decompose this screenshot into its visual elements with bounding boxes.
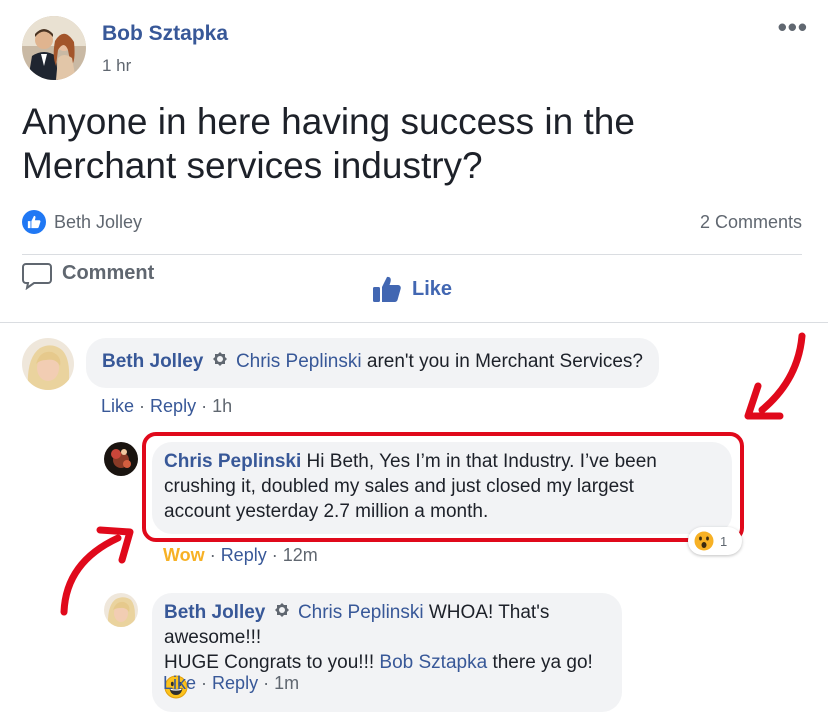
wow-emoji-icon	[694, 531, 714, 551]
comment-mention[interactable]: Chris Peplinski	[236, 351, 362, 372]
author-avatar[interactable]	[22, 16, 86, 80]
reply-comment: Beth Jolley Chris Peplinski WHOA! That's…	[104, 593, 622, 712]
speech-bubble-icon	[22, 263, 52, 290]
reactors[interactable]: Beth Jolley	[22, 210, 142, 234]
post-actions: Like Comment	[22, 262, 802, 316]
comment-time[interactable]: 1m	[274, 673, 299, 693]
comment-actions: Like · Reply · 1m	[163, 673, 300, 693]
divider	[0, 322, 828, 323]
comment-time[interactable]: 12m	[283, 545, 318, 565]
comment-bubble: Beth Jolley Chris Peplinski aren't you i…	[86, 338, 659, 388]
red-arrow-annotation	[60, 526, 134, 616]
post-header: Bob Sztapka 1 hr	[22, 16, 228, 80]
comment-author[interactable]: Beth Jolley	[102, 351, 203, 372]
comment-text: there ya go!	[487, 652, 593, 673]
post-author-name[interactable]: Bob Sztapka	[102, 22, 228, 46]
comment-text: HUGE Congrats to you!!!	[164, 652, 380, 673]
badge-icon	[212, 352, 227, 366]
comment-like-link[interactable]: Like	[101, 396, 134, 416]
red-arrow-annotation	[744, 332, 806, 420]
comment-text: aren't you in Merchant Services?	[361, 351, 643, 372]
post-text-line: Merchant services industry?	[22, 145, 483, 186]
divider	[22, 254, 802, 255]
post-text: Anyone in here having success in the Mer…	[22, 100, 742, 188]
post-text-line: Anyone in here having success in the	[22, 101, 635, 142]
reaction-count: 1	[720, 533, 728, 549]
comment-time[interactable]: 1h	[212, 396, 232, 416]
highlight-annotation	[142, 432, 744, 542]
thumbs-up-icon	[372, 276, 401, 302]
comment-bubble: Beth Jolley Chris Peplinski WHOA! That's…	[152, 593, 622, 712]
commenter-avatar[interactable]	[22, 338, 74, 390]
comment-button[interactable]: Comment	[22, 262, 154, 290]
more-options-icon[interactable]: •••	[778, 14, 808, 40]
badge-icon	[274, 603, 289, 617]
comment-reaction-link[interactable]: Wow	[163, 545, 205, 565]
comment-like-link[interactable]: Like	[163, 673, 196, 693]
comment-actions: Wow · Reply · 12m	[163, 545, 318, 565]
comment-author[interactable]: Beth Jolley	[164, 602, 265, 623]
comment-actions: Like · Reply · 1h	[101, 396, 233, 416]
comment-button-label: Comment	[62, 262, 155, 284]
like-button-label: Like	[411, 277, 453, 300]
comment-reply-link[interactable]: Reply	[212, 673, 258, 693]
comment-reply-link[interactable]: Reply	[221, 545, 267, 565]
comment: Beth Jolley Chris Peplinski aren't you i…	[22, 338, 659, 390]
comment-mention[interactable]: Chris Peplinski	[298, 602, 424, 623]
comment-reply-link[interactable]: Reply	[150, 396, 196, 416]
post-timestamp[interactable]: 1 hr	[102, 56, 228, 76]
comment-count[interactable]: 2 Comments	[700, 212, 802, 233]
like-reaction-icon	[22, 210, 46, 234]
reactions-summary: Beth Jolley 2 Comments	[22, 207, 802, 237]
commenter-avatar[interactable]	[104, 442, 138, 476]
reactor-name: Beth Jolley	[54, 211, 143, 232]
comment-mention[interactable]: Bob Sztapka	[379, 652, 487, 673]
comment-reaction-summary[interactable]: 1	[688, 527, 742, 555]
